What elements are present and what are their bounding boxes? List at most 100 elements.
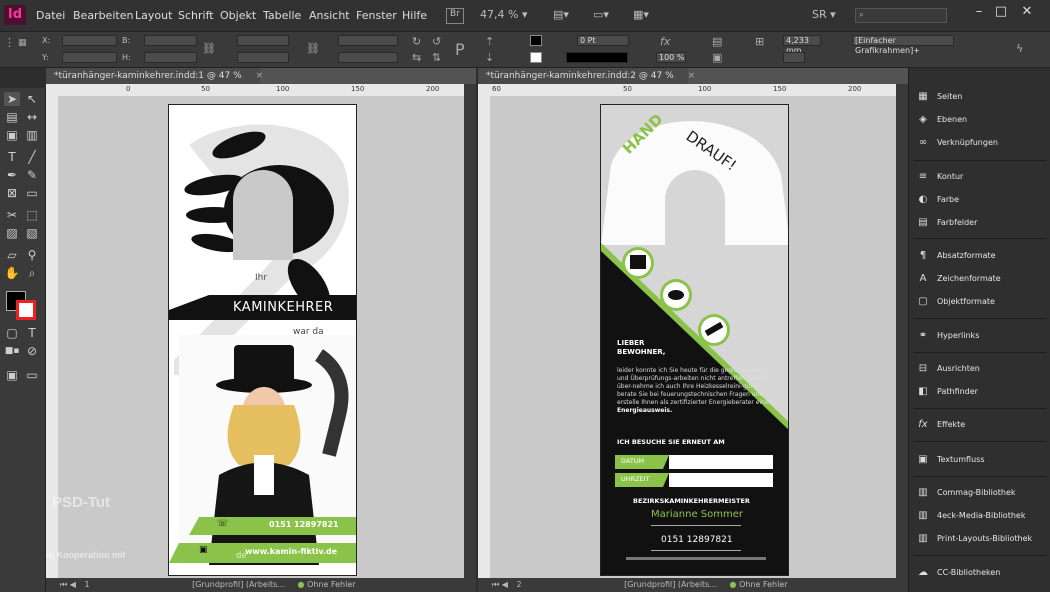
direct-selection-tool-icon[interactable]: ↖ xyxy=(24,92,40,106)
panel-cc-bibliotheken[interactable]: ☁ CC-Bibliotheken xyxy=(915,564,1047,582)
preflight-profile[interactable]: [Grundprofil] (Arbeits... xyxy=(624,580,717,589)
close-tab-icon[interactable]: × xyxy=(256,71,264,81)
zoom-tool-icon[interactable]: ⌕ xyxy=(24,266,40,280)
panel-objektformate[interactable]: ▢ Objektformate xyxy=(915,293,1047,311)
constrain-proportions-icon[interactable]: ⛓ xyxy=(202,42,216,55)
flip-vertical-icon[interactable]: ⇅ xyxy=(432,51,441,64)
vertical-scrollbar[interactable] xyxy=(896,84,908,578)
eyedropper-tool-icon[interactable]: ⚲ xyxy=(24,248,40,262)
rotate-cw-icon[interactable]: ↻ xyxy=(412,35,421,48)
panel-seiten[interactable]: ▦ Seiten xyxy=(915,88,1047,106)
document-tab-1[interactable]: *türanhänger-kaminkehrer.indd:1 @ 47 % × xyxy=(46,68,263,84)
stroke-color-swatch[interactable] xyxy=(16,300,36,320)
menu-tabelle[interactable]: Tabelle xyxy=(263,9,301,22)
scissors-tool-icon[interactable]: ✂ xyxy=(4,208,20,222)
menu-datei[interactable]: Datei xyxy=(36,9,65,22)
panel-kontur[interactable]: ≡ Kontur xyxy=(915,168,1047,186)
panel-commag-bibliothek[interactable]: ▥ Commag-Bibliothek xyxy=(915,484,1047,502)
page-first-icon[interactable]: ⏮ ◀ xyxy=(60,580,76,589)
scale-x-field[interactable] xyxy=(237,35,289,46)
zoom-level-dropdown[interactable]: 47,4 % ▾ xyxy=(480,8,527,24)
rectangle-tool-icon[interactable]: ▭ xyxy=(24,186,40,200)
formatting-container-icon[interactable]: ▢ xyxy=(4,326,20,340)
text-wrap-icon[interactable]: ▤ xyxy=(712,35,722,48)
maximize-button[interactable]: □ xyxy=(990,4,1012,22)
apply-color-icon[interactable]: ■▪ xyxy=(4,344,20,358)
rotate-ccw-icon[interactable]: ↺ xyxy=(432,35,441,48)
height-field[interactable] xyxy=(144,52,197,63)
stroke-swatch[interactable] xyxy=(530,52,542,63)
object-style-dropdown[interactable]: [Einfacher Grafikrahmen]+ xyxy=(852,35,954,55)
normal-view-icon[interactable]: ▣ xyxy=(4,368,20,382)
panel-hyperlinks[interactable]: ⚭ Hyperlinks xyxy=(915,327,1047,345)
page-back[interactable]: HAND DRAUF! LIEBER BEWOHNER, leider konn… xyxy=(600,104,789,576)
menu-hilfe[interactable]: Hilfe xyxy=(402,9,427,22)
stroke-type-dropdown[interactable] xyxy=(566,52,628,63)
content-collector-icon[interactable]: ▣ xyxy=(4,128,20,142)
pasteboard[interactable]: Ihr KAMINKEHRER war da ☏ 0151 12897821 ▣… xyxy=(58,96,464,578)
rotation-field[interactable] xyxy=(338,35,398,46)
close-window-button[interactable]: ✕ xyxy=(1016,4,1038,22)
select-container-icon[interactable]: ⇡ xyxy=(485,35,494,48)
indesign-app-icon[interactable]: Id xyxy=(4,5,26,25)
pasteboard[interactable]: HAND DRAUF! LIEBER BEWOHNER, leider konn… xyxy=(490,96,896,578)
reference-point-icon[interactable]: ▦ xyxy=(18,38,27,48)
pencil-tool-icon[interactable]: ✎ xyxy=(24,168,40,182)
y-field[interactable] xyxy=(62,52,117,63)
panel-effekte[interactable]: fx Effekte xyxy=(915,416,1047,434)
gradient-tool-icon[interactable]: ▨ xyxy=(4,226,20,240)
flip-horizontal-icon[interactable]: ⇆ xyxy=(412,51,421,64)
search-input[interactable]: ⌕ xyxy=(855,8,947,23)
fill-swatch[interactable] xyxy=(530,35,542,46)
menu-objekt[interactable]: Objekt xyxy=(220,9,256,22)
hand-tool-icon[interactable]: ✋ xyxy=(4,266,20,280)
screen-mode-icon[interactable]: ▭ xyxy=(24,368,40,382)
select-content-icon[interactable]: ⇣ xyxy=(485,51,494,64)
shear-field[interactable] xyxy=(338,52,398,63)
workspace-switcher[interactable]: SR ▾ xyxy=(812,8,836,24)
panel-textumfluss[interactable]: ▣ Textumfluss xyxy=(915,451,1047,469)
apply-none-icon[interactable]: ⊘ xyxy=(24,344,40,358)
fit-frame-icon[interactable]: ▣ xyxy=(712,51,722,64)
gap-field[interactable]: 4,233 mm xyxy=(783,35,821,55)
pen-tool-icon[interactable]: ✒ xyxy=(4,168,20,182)
panel-print-layouts-bibliothek[interactable]: ▥ Print-Layouts-Bibliothek xyxy=(915,530,1047,548)
rectangle-frame-tool-icon[interactable]: ⊠ xyxy=(4,186,20,200)
panel-pathfinder[interactable]: ◧ Pathfinder xyxy=(915,383,1047,401)
opacity-field[interactable]: 100 % xyxy=(656,52,686,63)
note-tool-icon[interactable]: ▱ xyxy=(4,248,20,262)
formatting-text-icon[interactable]: T xyxy=(24,326,40,340)
minimize-button[interactable]: – xyxy=(968,4,990,22)
page-number-field[interactable]: 2 xyxy=(516,580,521,589)
lightning-icon[interactable]: ϟ xyxy=(1016,42,1023,55)
arrange-documents-icon[interactable]: ▦▾ xyxy=(633,8,649,24)
close-tab-icon[interactable]: × xyxy=(688,71,696,81)
selection-tool-icon[interactable]: ➤ xyxy=(4,92,20,106)
constrain-scale-icon[interactable]: ⛓ xyxy=(306,42,320,55)
preflight-profile[interactable]: [Grundprofil] (Arbeits... xyxy=(192,580,285,589)
panel-4eck-media-bibliothek[interactable]: ▥ 4eck-Media-Bibliothek xyxy=(915,507,1047,525)
menu-fenster[interactable]: Fenster xyxy=(356,9,397,22)
document-tab-2[interactable]: *türanhänger-kaminkehrer.indd:2 @ 47 % × xyxy=(478,68,695,84)
panel-farbe[interactable]: ◐ Farbe xyxy=(915,191,1047,209)
width-field[interactable] xyxy=(144,35,197,46)
panel-verknuepfungen[interactable]: ∞ Verknüpfungen xyxy=(915,134,1047,152)
path-direction-icon[interactable]: P xyxy=(455,40,465,59)
panel-zeichenformate[interactable]: A Zeichenformate xyxy=(915,270,1047,288)
panel-farbfelder[interactable]: ▤ Farbfelder xyxy=(915,214,1047,232)
content-placer-icon[interactable]: ▥ xyxy=(24,128,40,142)
auto-fit-icon[interactable]: ⊞ xyxy=(755,35,764,48)
page-front[interactable]: Ihr KAMINKEHRER war da ☏ 0151 12897821 ▣… xyxy=(168,104,357,576)
scale-y-field[interactable] xyxy=(237,52,289,63)
panel-absatzformate[interactable]: ¶ Absatzformate xyxy=(915,247,1047,265)
gap-tool-icon[interactable]: ↔ xyxy=(24,110,40,124)
menu-ansicht[interactable]: Ansicht xyxy=(309,9,350,22)
screen-mode-icon[interactable]: ▭▾ xyxy=(593,8,609,24)
menu-bearbeiten[interactable]: Bearbeiten xyxy=(73,9,133,22)
menu-layout[interactable]: Layout xyxy=(135,9,172,22)
vertical-scrollbar[interactable] xyxy=(464,84,476,578)
x-field[interactable] xyxy=(62,35,117,46)
preflight-status[interactable]: Ohne Fehler xyxy=(739,580,788,589)
stroke-weight-field[interactable]: 0 Pt xyxy=(577,35,629,46)
columns-field[interactable] xyxy=(783,52,805,63)
